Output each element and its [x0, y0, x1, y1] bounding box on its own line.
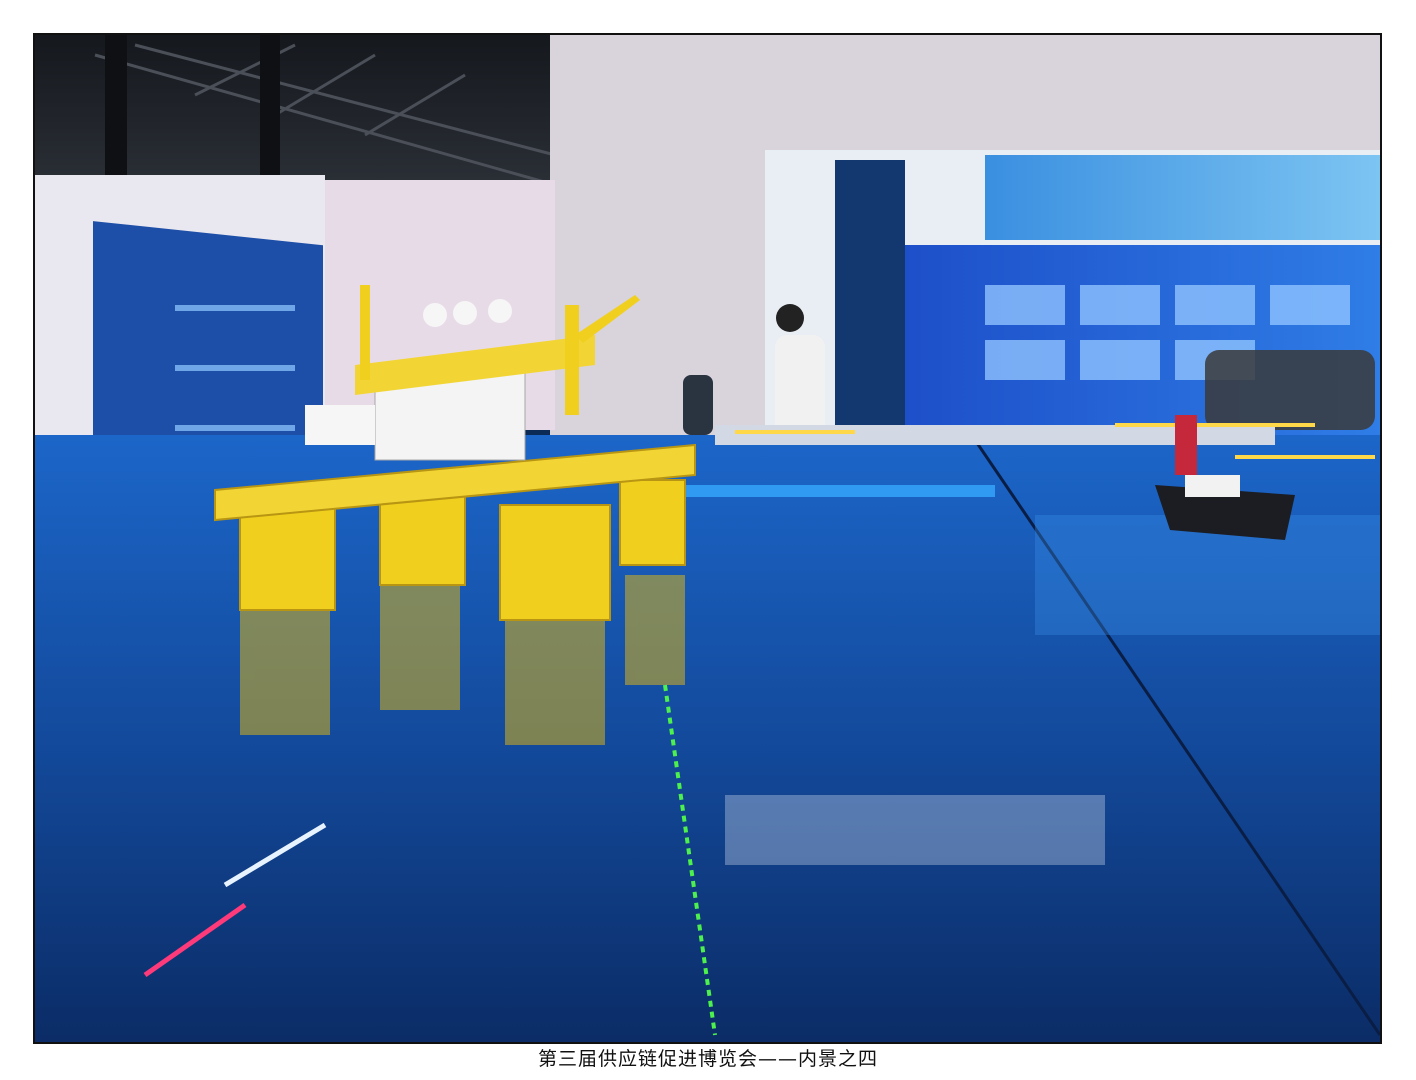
- photo-caption: 第三届供应链促进博览会——内景之四: [537, 1048, 878, 1070]
- dark-blue-column: [835, 160, 905, 440]
- upper-ocean-screen: [985, 155, 1380, 240]
- exhibit-photo: [33, 33, 1382, 1044]
- pillar-left: [105, 35, 127, 195]
- cyan-led-strip: [675, 485, 995, 497]
- exhibit-scene-illustration: [35, 35, 1380, 1042]
